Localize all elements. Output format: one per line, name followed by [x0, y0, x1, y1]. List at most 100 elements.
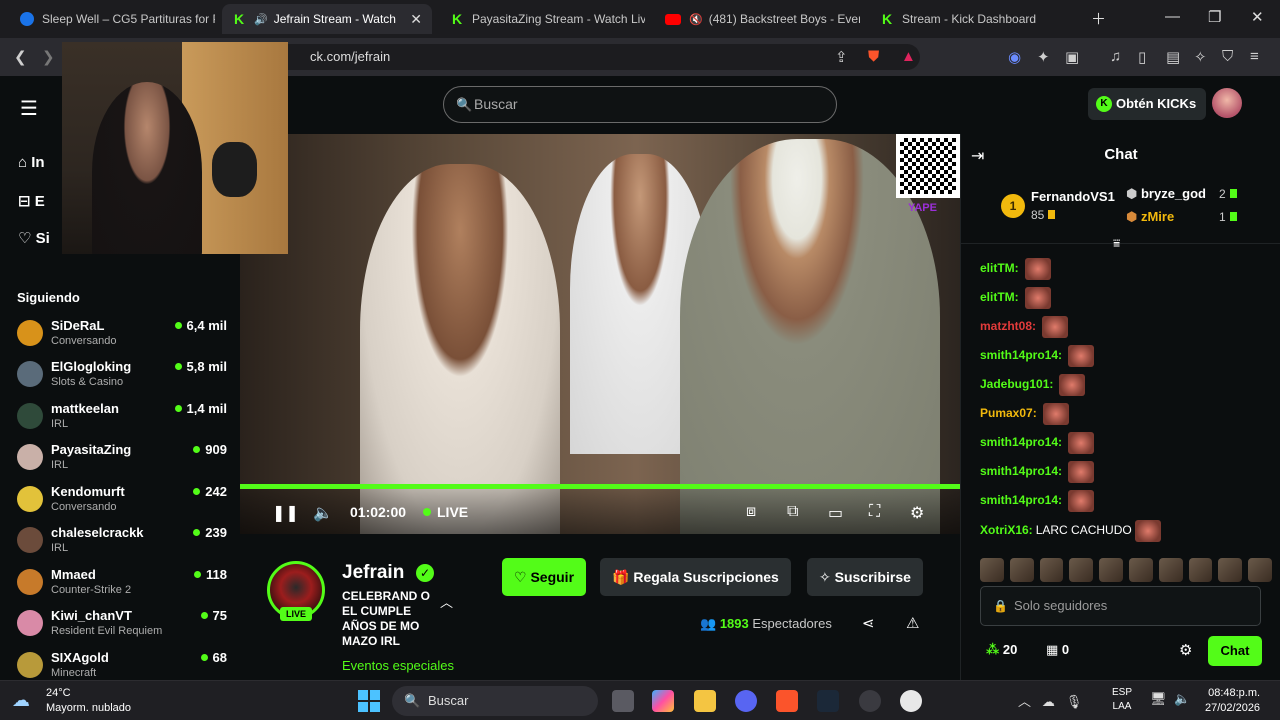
chat-username[interactable]: matzht08:: [980, 319, 1036, 333]
obs-icon[interactable]: [859, 690, 881, 712]
media-icon[interactable]: ◉: [1008, 48, 1021, 66]
user-avatar[interactable]: [1212, 88, 1242, 118]
start-button[interactable]: [358, 690, 380, 712]
following-channel[interactable]: ElGlogloking Slots & Casino 5,8 mil: [17, 359, 227, 399]
weather-widget[interactable]: ☁ 24°C Mayorm. nublado: [12, 687, 172, 717]
back-icon[interactable]: ❮: [14, 48, 27, 66]
leader-name[interactable]: ⬢ bryze_god: [1126, 186, 1206, 202]
following-channel[interactable]: Kiwi_chanVT Resident Evil Requiem 75: [17, 608, 227, 648]
following-channel[interactable]: PayasitaZing IRL 909: [17, 442, 227, 482]
leo-ai-icon[interactable]: ✧: [1194, 48, 1207, 66]
emote-icon[interactable]: [1248, 558, 1272, 582]
stream-category[interactable]: Eventos especiales: [342, 658, 454, 673]
gifts-balance[interactable]: ▦ 0: [1046, 642, 1069, 658]
pause-icon[interactable]: ❚❚: [272, 503, 299, 523]
emote-icon[interactable]: [1039, 558, 1064, 582]
minimize-icon[interactable]: —: [1165, 8, 1180, 25]
muted-speaker-icon[interactable]: 🔇: [689, 13, 703, 26]
chat-username[interactable]: XotriX16:: [980, 523, 1033, 537]
emote-icon[interactable]: [1099, 558, 1123, 582]
onedrive-icon[interactable]: ☁: [1042, 694, 1055, 709]
taskbar-search[interactable]: 🔍 Buscar: [392, 686, 598, 716]
search-input[interactable]: 🔍 Buscar: [443, 86, 837, 123]
forward-icon[interactable]: ❯: [42, 48, 55, 66]
sidebar-nav-explore[interactable]: ⊟ E: [18, 192, 45, 210]
speaker-icon[interactable]: 🔊: [254, 13, 268, 26]
share-page-icon[interactable]: ⇪: [835, 48, 848, 66]
microphone-icon[interactable]: 🎙: [1066, 694, 1083, 709]
discord-icon[interactable]: [735, 690, 757, 712]
following-channel[interactable]: Kendomurft Conversando 242: [17, 484, 227, 524]
chat-username[interactable]: smith14pro14:: [980, 464, 1062, 478]
chat-send-button[interactable]: Chat: [1208, 636, 1262, 666]
browser-tab-payasitazing[interactable]: K PayasitaZing Stream - Watch Live: [440, 4, 645, 34]
emote-icon[interactable]: [1188, 558, 1213, 582]
chat-username[interactable]: elitTM:: [980, 261, 1019, 275]
network-icon[interactable]: 🖥: [1150, 691, 1167, 713]
music-icon[interactable]: ♫: [1110, 48, 1121, 65]
volume-icon[interactable]: 🔈: [313, 503, 333, 523]
theater-mode-icon[interactable]: ▭: [828, 503, 843, 523]
chevron-up-icon[interactable]: ︿: [1018, 694, 1031, 709]
browser-tab-jefrain[interactable]: K 🔊 Jefrain Stream - Watch Live ✕: [222, 4, 432, 34]
chevron-up-icon[interactable]: ︿: [440, 592, 453, 611]
emote-icon[interactable]: [1158, 558, 1183, 582]
emote-icon[interactable]: [1128, 558, 1153, 582]
extensions-icon[interactable]: ✦: [1037, 48, 1050, 66]
steam-icon[interactable]: [817, 690, 839, 712]
close-window-icon[interactable]: ✕: [1251, 8, 1264, 26]
new-tab-icon[interactable]: ＋: [1091, 8, 1106, 29]
chat-username[interactable]: smith14pro14:: [980, 435, 1062, 449]
chat-username[interactable]: smith14pro14:: [980, 348, 1062, 362]
app-icon[interactable]: [900, 690, 922, 712]
browser-tab-kick-dashboard[interactable]: K Stream - Kick Dashboard: [870, 4, 1075, 34]
following-channel[interactable]: SIXAgold Minecraft 68: [17, 650, 227, 680]
emote-icon[interactable]: [980, 558, 1004, 582]
chat-username[interactable]: smith14pro14:: [980, 493, 1062, 507]
file-explorer-icon[interactable]: [694, 690, 716, 712]
settings-gear-icon[interactable]: ⚙: [910, 503, 924, 523]
chat-settings-icon[interactable]: ⚙: [1179, 641, 1192, 659]
task-view-icon[interactable]: [612, 690, 634, 712]
live-indicator[interactable]: LIVE: [423, 504, 468, 520]
clip-icon[interactable]: ⧈: [746, 503, 756, 521]
fullscreen-icon[interactable]: ⛶: [869, 503, 880, 521]
follow-button[interactable]: ♡ Seguir: [502, 558, 587, 596]
leader-name[interactable]: FernandoVS1: [1031, 189, 1115, 204]
warning-icon[interactable]: ⚠: [906, 614, 919, 632]
menu-icon[interactable]: ≡: [1250, 48, 1259, 65]
video-player[interactable]: YAPE ❚❚ 🔈 01:02:00 LIVE ⧈ ⧉ ▭ ⛶ ⚙: [240, 134, 960, 534]
following-channel[interactable]: mattkeelan IRL 1,4 mil: [17, 401, 227, 441]
gift-subs-button[interactable]: 🎁 Regala Suscripciones: [600, 558, 791, 596]
following-channel[interactable]: Mmaed Counter-Strike 2 118: [17, 567, 227, 607]
expand-leaderboard-icon[interactable]: ⩸: [1113, 236, 1120, 251]
vpn-icon[interactable]: ⛉: [1222, 48, 1233, 65]
subscribe-button[interactable]: ✧ Suscribirse: [807, 558, 923, 596]
sidebar-nav-home[interactable]: ⌂ In: [18, 154, 45, 171]
following-channel[interactable]: chaleselcrackk IRL 239: [17, 525, 227, 565]
emote-icon[interactable]: [1218, 558, 1243, 582]
brave-shield-icon[interactable]: ⛊: [868, 48, 879, 65]
microsoft-365-icon[interactable]: [652, 690, 674, 712]
sidebar-nav-following[interactable]: ♡ Si: [18, 229, 50, 247]
sidebar-toggle-icon[interactable]: ▯: [1138, 48, 1146, 66]
wallet-icon[interactable]: ▤: [1166, 48, 1180, 66]
screenshot-icon[interactable]: ▣: [1065, 48, 1079, 66]
clock[interactable]: 08:48:p.m. 27/02/2026: [1205, 686, 1260, 716]
chat-username[interactable]: elitTM:: [980, 290, 1019, 304]
hamburger-menu-icon[interactable]: ☰: [20, 96, 38, 121]
emote-icon[interactable]: [1069, 558, 1094, 582]
browser-tab-youtube[interactable]: 🔇 (481) Backstreet Boys - Everyb: [655, 4, 860, 34]
leader-name[interactable]: ⬢ zMire: [1126, 209, 1174, 225]
following-channel[interactable]: SiDeRaL Conversando 6,4 mil: [17, 318, 227, 358]
brave-browser-icon[interactable]: [776, 690, 798, 712]
chat-username[interactable]: Pumax07:: [980, 406, 1037, 420]
chat-username[interactable]: Jadebug101:: [980, 377, 1053, 391]
chat-input[interactable]: 🔒 Solo seguidores: [980, 586, 1261, 626]
emote-icon[interactable]: [1009, 558, 1034, 582]
share-icon[interactable]: ⋖: [862, 614, 875, 632]
maximize-icon[interactable]: ❐: [1208, 8, 1221, 26]
streamer-name[interactable]: Jefrain: [342, 562, 404, 584]
get-kicks-button[interactable]: K Obtén KICKs: [1088, 88, 1206, 120]
speaker-icon[interactable]: 🔈: [1174, 691, 1190, 713]
